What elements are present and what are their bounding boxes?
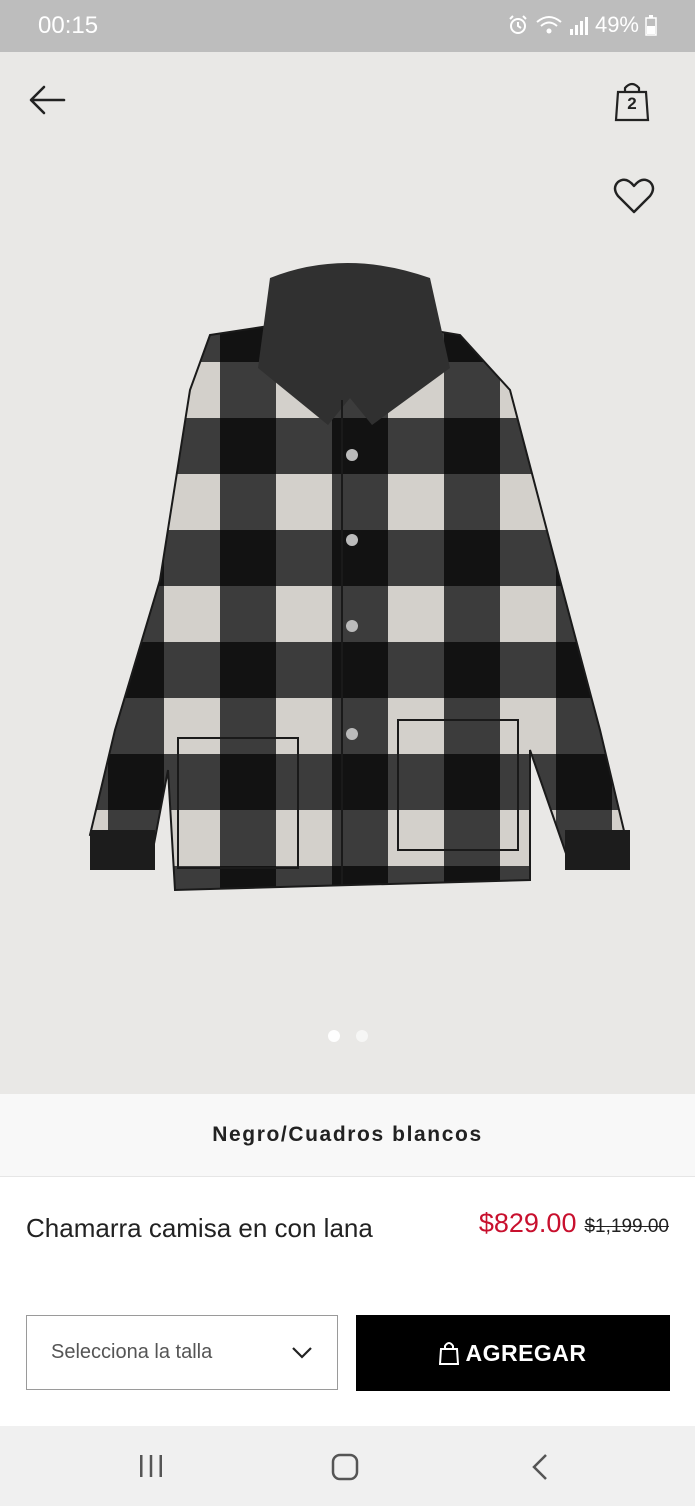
signal-icon: [569, 17, 588, 35]
alarm-icon: [509, 15, 527, 34]
gallery-dot[interactable]: [355, 1030, 368, 1042]
recent-apps-icon[interactable]: [137, 1452, 165, 1480]
status-icons: 49%: [507, 12, 657, 38]
bag-count: 2: [627, 94, 637, 113]
battery-icon: [645, 15, 657, 36]
gallery-indicator: [0, 1030, 695, 1042]
color-name: Negro/Cuadros blancos: [212, 1123, 483, 1146]
sale-price: $829.00: [478, 1208, 577, 1238]
arrow-left-icon[interactable]: [24, 80, 70, 120]
heart-icon[interactable]: [612, 176, 656, 216]
add-to-bag-label: AGREGAR: [465, 1339, 587, 1366]
product-image-gallery[interactable]: 2: [0, 52, 695, 1094]
status-time: 00:15: [38, 12, 99, 39]
color-selector[interactable]: Negro/Cuadros blancos: [0, 1094, 695, 1177]
wifi-icon: [536, 16, 562, 34]
size-select[interactable]: Selecciona la talla: [26, 1315, 338, 1390]
price: $829.00 $1,199.00: [479, 1208, 669, 1239]
add-to-bag-button[interactable]: AGREGAR: [356, 1315, 670, 1391]
status-bar: 00:15 49%: [0, 0, 695, 52]
chevron-down-icon: [292, 1346, 312, 1359]
product-title: Chamarra camisa en con lana: [26, 1213, 373, 1243]
original-price: $1,199.00: [584, 1216, 669, 1237]
size-select-placeholder: Selecciona la talla: [51, 1341, 213, 1363]
back-icon[interactable]: [528, 1452, 552, 1482]
shopping-bag-button[interactable]: 2: [612, 80, 652, 124]
battery-percent: 49%: [594, 12, 639, 37]
home-icon[interactable]: [330, 1452, 360, 1482]
gallery-dot-active[interactable]: [327, 1030, 340, 1042]
product-image: [88, 263, 630, 892]
shopping-bag-icon: [439, 1342, 460, 1365]
system-nav-bar: [0, 1426, 695, 1506]
